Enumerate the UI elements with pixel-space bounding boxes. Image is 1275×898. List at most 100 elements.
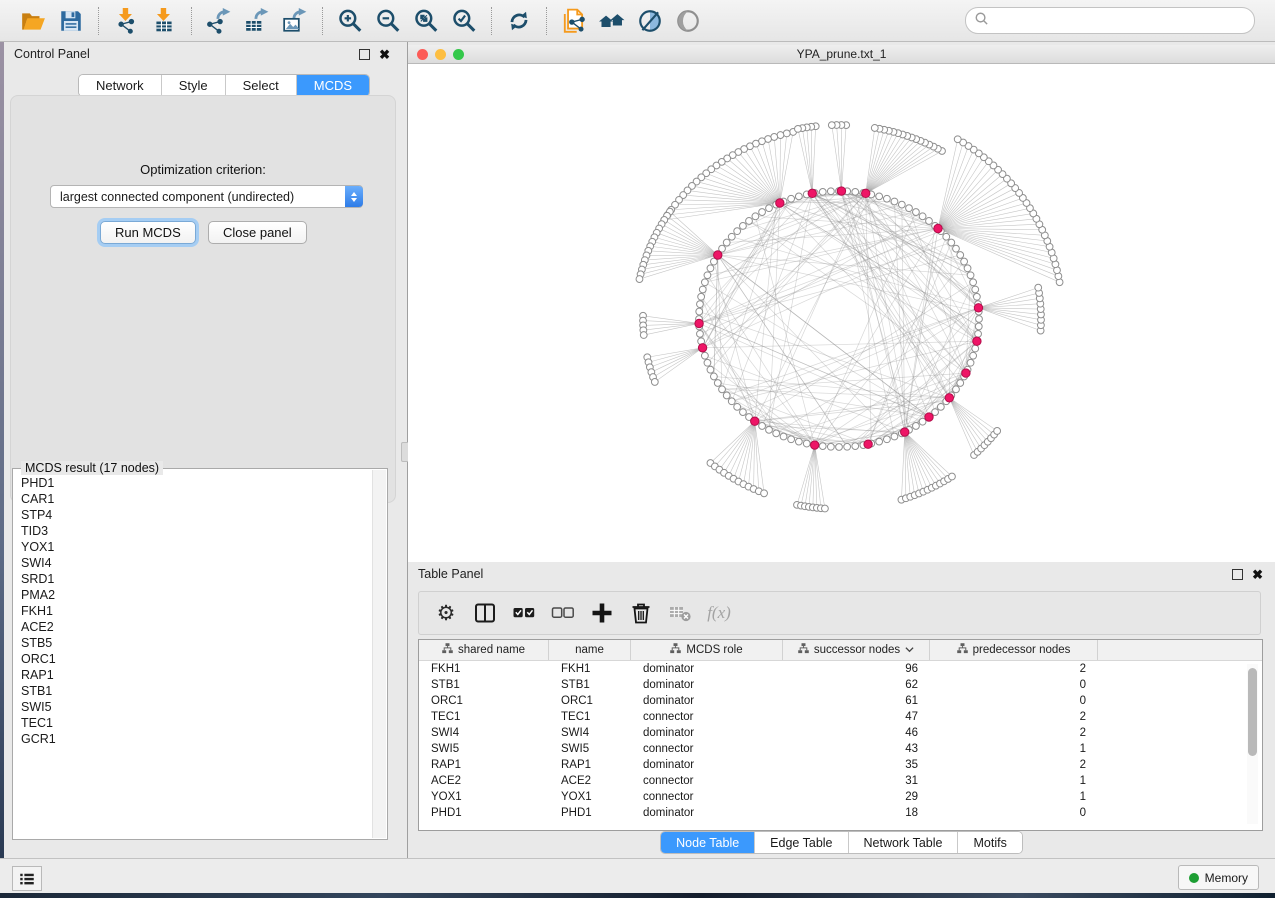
hide-graphics-details-icon[interactable] xyxy=(636,7,664,35)
cell-successor_nodes[interactable]: 31 xyxy=(783,775,930,787)
cell-predecessor_nodes[interactable]: 2 xyxy=(930,663,1098,675)
network-node[interactable] xyxy=(975,323,982,330)
network-node[interactable] xyxy=(759,423,766,430)
network-node[interactable] xyxy=(701,279,708,286)
save-session-icon[interactable] xyxy=(57,7,85,35)
network-node[interactable] xyxy=(695,319,703,327)
mcds-result-item[interactable]: RAP1 xyxy=(13,667,372,683)
network-node[interactable] xyxy=(926,218,933,225)
network-node[interactable] xyxy=(719,386,726,393)
network-node[interactable] xyxy=(827,188,834,195)
network-node[interactable] xyxy=(913,209,920,216)
cell-predecessor_nodes[interactable]: 2 xyxy=(930,759,1098,771)
cell-successor_nodes[interactable]: 46 xyxy=(783,727,930,739)
mcds-result-item[interactable]: PHD1 xyxy=(13,475,372,491)
network-node[interactable] xyxy=(773,430,780,437)
network-node[interactable] xyxy=(707,265,714,272)
cell-name[interactable]: TEC1 xyxy=(549,711,631,723)
cell-predecessor_nodes[interactable]: 1 xyxy=(930,743,1098,755)
import-table-icon[interactable] xyxy=(150,7,178,35)
search-box[interactable] xyxy=(965,7,1255,34)
cell-successor_nodes[interactable]: 18 xyxy=(783,807,930,819)
network-node[interactable] xyxy=(970,352,977,359)
network-node[interactable] xyxy=(901,428,909,436)
network-node[interactable] xyxy=(746,218,753,225)
network-node[interactable] xyxy=(819,443,826,450)
table-row[interactable]: ACE2ACE2connector311 xyxy=(419,773,1262,789)
mcds-result-item[interactable]: STP4 xyxy=(13,507,372,523)
cell-mcds_role[interactable]: dominator xyxy=(631,727,783,739)
cell-successor_nodes[interactable]: 96 xyxy=(783,663,930,675)
network-node[interactable] xyxy=(925,413,933,421)
cell-predecessor_nodes[interactable]: 1 xyxy=(930,775,1098,787)
float-panel-icon[interactable] xyxy=(1232,569,1243,580)
cell-mcds_role[interactable]: connector xyxy=(631,743,783,755)
cell-successor_nodes[interactable]: 35 xyxy=(783,759,930,771)
cell-successor_nodes[interactable]: 62 xyxy=(783,679,930,691)
mcds-result-item[interactable]: ACE2 xyxy=(13,619,372,635)
cell-mcds_role[interactable]: dominator xyxy=(631,663,783,675)
cell-successor_nodes[interactable]: 29 xyxy=(783,791,930,803)
network-node[interactable] xyxy=(714,380,721,387)
tab-mcds[interactable]: MCDS xyxy=(297,75,369,96)
mcds-result-item[interactable]: SWI5 xyxy=(13,699,372,715)
network-node[interactable] xyxy=(953,386,960,393)
network-node[interactable] xyxy=(1035,284,1042,291)
network-node[interactable] xyxy=(710,373,717,380)
network-node[interactable] xyxy=(636,276,643,283)
cell-mcds_role[interactable]: connector xyxy=(631,711,783,723)
network-node[interactable] xyxy=(640,332,647,339)
mcds-result-item[interactable]: GCR1 xyxy=(13,731,372,747)
network-node[interactable] xyxy=(696,308,703,315)
zoom-out-icon[interactable] xyxy=(374,7,402,35)
network-node[interactable] xyxy=(973,293,980,300)
table-scrollbar[interactable] xyxy=(1247,664,1258,824)
network-node[interactable] xyxy=(876,438,883,445)
network-node[interactable] xyxy=(970,279,977,286)
mcds-result-item[interactable]: FKH1 xyxy=(13,603,372,619)
show-graphics-details-icon[interactable] xyxy=(674,7,702,35)
network-node[interactable] xyxy=(723,392,730,399)
network-node[interactable] xyxy=(734,403,741,410)
network-node[interactable] xyxy=(906,205,913,212)
network-node[interactable] xyxy=(795,438,802,445)
network-node[interactable] xyxy=(937,403,944,410)
network-node[interactable] xyxy=(761,490,768,497)
ndex-home-icon[interactable] xyxy=(598,7,626,35)
mcds-result-item[interactable]: PMA2 xyxy=(13,587,372,603)
zoom-selected-icon[interactable] xyxy=(450,7,478,35)
cell-name[interactable]: RAP1 xyxy=(549,759,631,771)
network-node[interactable] xyxy=(871,125,878,132)
network-node[interactable] xyxy=(766,205,773,212)
tab-network[interactable]: Network xyxy=(79,75,162,96)
network-node[interactable] xyxy=(734,228,741,235)
toggle-panel-icon[interactable] xyxy=(472,600,498,626)
network-node[interactable] xyxy=(766,426,773,433)
network-node[interactable] xyxy=(836,444,843,451)
export-image-icon[interactable] xyxy=(281,7,309,35)
tab-network-table[interactable]: Network Table xyxy=(849,832,959,853)
network-node[interactable] xyxy=(788,436,795,443)
add-column-icon[interactable] xyxy=(589,600,615,626)
table-row[interactable]: YOX1YOX1connector291 xyxy=(419,789,1262,805)
run-mcds-button[interactable]: Run MCDS xyxy=(100,221,196,244)
close-panel-button[interactable]: Close panel xyxy=(208,221,307,244)
network-node[interactable] xyxy=(701,352,708,359)
cell-mcds_role[interactable]: connector xyxy=(631,775,783,787)
select-all-icon[interactable] xyxy=(511,600,537,626)
cell-shared_name[interactable]: PHD1 xyxy=(419,807,549,819)
zoom-fit-icon[interactable] xyxy=(412,7,440,35)
network-node[interactable] xyxy=(740,409,747,416)
network-node[interactable] xyxy=(740,222,747,229)
mcds-result-item[interactable]: SWI4 xyxy=(13,555,372,571)
network-node[interactable] xyxy=(827,443,834,450)
cell-predecessor_nodes[interactable]: 0 xyxy=(930,695,1098,707)
cell-name[interactable]: ORC1 xyxy=(549,695,631,707)
network-node[interactable] xyxy=(974,304,982,312)
network-node[interactable] xyxy=(819,188,826,195)
network-node[interactable] xyxy=(891,433,898,440)
cell-mcds_role[interactable]: connector xyxy=(631,791,783,803)
mcds-list-scrollbar[interactable] xyxy=(372,470,386,838)
network-node[interactable] xyxy=(852,188,859,195)
network-node[interactable] xyxy=(810,441,818,449)
